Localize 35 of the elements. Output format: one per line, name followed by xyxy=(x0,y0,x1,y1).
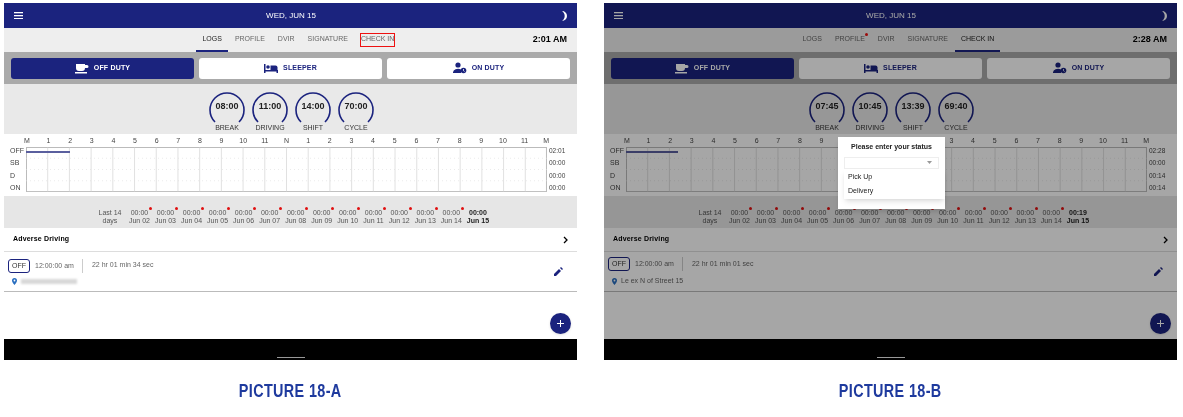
gauge-value: 10:45 xyxy=(858,100,882,113)
gauge-value: 08:00 xyxy=(215,100,239,113)
cup-icon xyxy=(74,62,89,74)
menu-icon[interactable] xyxy=(614,11,623,20)
clock-time: 2:01 AM xyxy=(532,33,567,47)
clock-time: 2:28 AM xyxy=(1132,33,1167,47)
menu-icon[interactable] xyxy=(14,11,23,20)
figure-caption: PICTURE 18-A xyxy=(239,380,342,403)
gauge-value: 14:00 xyxy=(301,100,325,113)
location-pin-icon xyxy=(12,277,17,285)
gauge-value: 13:39 xyxy=(901,100,925,113)
home-indicator[interactable] xyxy=(876,356,905,358)
chevron-right-icon[interactable] xyxy=(1163,235,1168,244)
location-pin-icon xyxy=(612,277,617,285)
bed-icon xyxy=(264,62,279,74)
pencil-icon[interactable] xyxy=(1154,267,1163,276)
header-date: WED, JUN 15 xyxy=(265,9,317,22)
gauge-value: 07:45 xyxy=(815,100,839,113)
cup-icon xyxy=(674,62,689,74)
gauge-value: 70:00 xyxy=(344,100,368,113)
pencil-icon[interactable] xyxy=(554,267,563,276)
figure-caption: PICTURE 18-B xyxy=(839,380,942,403)
person-clock-icon xyxy=(452,62,467,74)
add-button[interactable] xyxy=(1150,313,1171,334)
bed-icon xyxy=(864,62,879,74)
plus-icon xyxy=(1157,320,1164,327)
gauge-value: 69:40 xyxy=(944,100,968,113)
add-button[interactable] xyxy=(550,313,571,334)
person-clock-icon xyxy=(1052,62,1067,74)
plus-icon xyxy=(557,320,564,327)
chevron-right-icon[interactable] xyxy=(563,235,568,244)
home-indicator[interactable] xyxy=(276,356,305,358)
dropdown-caret-icon xyxy=(927,161,932,164)
gauge-value: 11:00 xyxy=(258,100,282,113)
header-date: WED, JUN 15 xyxy=(865,9,917,22)
